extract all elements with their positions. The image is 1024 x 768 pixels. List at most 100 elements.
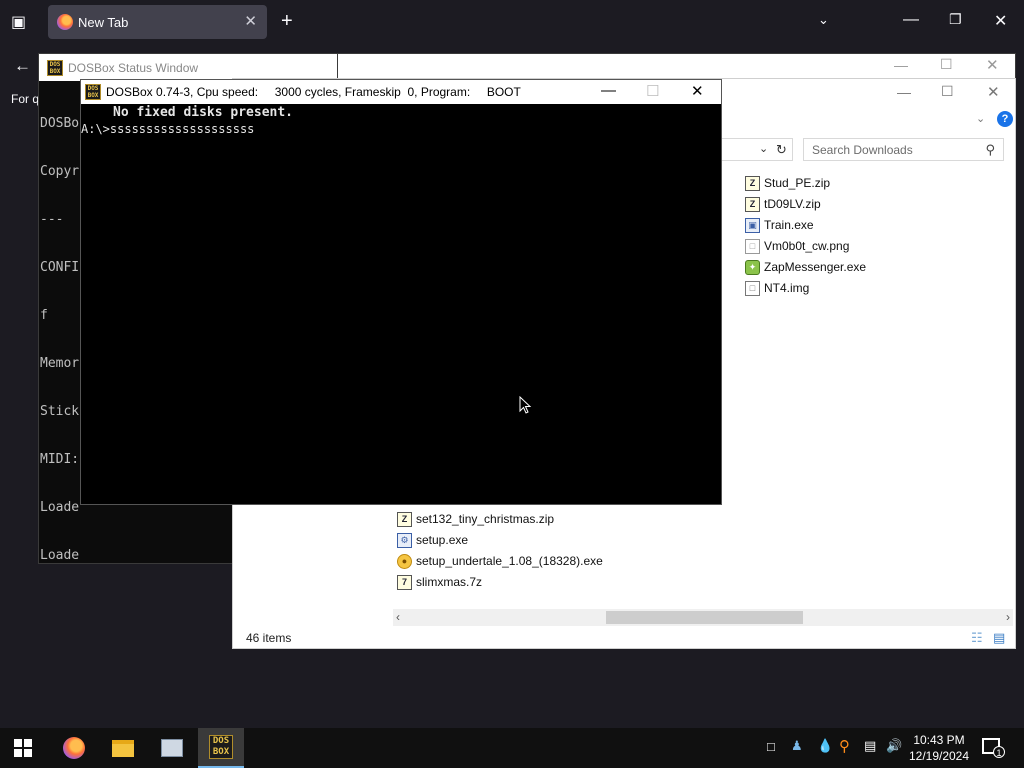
status-window-titlebar[interactable]: DOS BOX DOSBox Status Window [39, 54, 337, 81]
file-list-bottom: Zset132_tiny_christmas.zip ⚙ setup.exe ● s… [397, 509, 603, 593]
explorer-maximize-icon[interactable]: ☐ [941, 83, 954, 100]
clock-date: 12/19/2024 [908, 749, 970, 763]
firefox-icon [63, 737, 85, 759]
dosbox-title: DOSBox 0.74-3, Cpu speed: 3000 cycles, F… [106, 85, 521, 99]
dosbox-window[interactable]: DOS BOX DOSBox 0.74-3, Cpu speed: 3000 cy… [80, 79, 722, 505]
zip-icon: Z [745, 175, 760, 191]
address-dropdown-icon[interactable]: ⌄ [759, 142, 768, 155]
tab-new-tab[interactable]: New Tab ✕ [48, 5, 267, 39]
item-count: 46 items [246, 631, 292, 645]
taskbar-firefox[interactable] [51, 728, 97, 768]
setup-icon: ⚙ [397, 532, 412, 548]
dos-message: No fixed disks present. [113, 105, 294, 120]
status-line: MIDI: [40, 452, 80, 467]
horizontal-scrollbar[interactable]: ‹ › [393, 609, 1013, 626]
dosbox-icon: DOS BOX [85, 84, 101, 100]
volume-icon[interactable]: 🔊 [886, 738, 902, 754]
dosbox-minimize-icon[interactable]: — [601, 82, 616, 99]
dosbox-icon: DOS BOX [209, 735, 233, 759]
address-bar[interactable]: ⌄ ↻ [713, 138, 793, 161]
tab-title: New Tab [78, 15, 129, 30]
tray-drop-icon[interactable]: 💧 [817, 738, 833, 754]
search-icon: ⚲ [985, 142, 995, 157]
zip-icon: Z [745, 196, 760, 212]
list-item[interactable]: □ NT4.img [745, 278, 866, 298]
list-item[interactable]: ⚙ setup.exe [397, 530, 603, 550]
taskbar: DOS BOX □ ♟ 💧 ⚲ ▤ 🔊 10:43 PM 12/19/2024 1 [0, 728, 1024, 768]
status-line: Stick [40, 404, 80, 419]
clock[interactable]: 10:43 PM 12/19/2024 [905, 732, 973, 764]
taskbar-dosbox[interactable]: DOS BOX [198, 728, 244, 768]
tray-search-icon[interactable]: ⚲ [839, 737, 850, 755]
restore-icon[interactable]: ❐ [949, 11, 962, 28]
chevron-down-icon[interactable]: ⌄ [818, 12, 829, 28]
dos-screen[interactable]: No fixed disks present. A:\>ssssssssssss… [81, 104, 721, 504]
search-placeholder: Search Downloads [812, 143, 913, 157]
list-item[interactable]: ✦ ZapMessenger.exe [745, 257, 866, 277]
status-window-text: DOSBo Copyr --- CONFI f Memor Stick MIDI… [40, 84, 79, 596]
img-icon: □ [745, 280, 760, 296]
back-arrow-icon[interactable]: ← [14, 56, 31, 76]
list-item[interactable]: □ Vm0b0t_cw.png [745, 236, 866, 256]
minimize-icon[interactable]: — [903, 11, 919, 29]
status-close-icon[interactable]: ✕ [986, 56, 999, 74]
dos-prompt-line: A:\>ssssssssssssssssssss [81, 122, 255, 136]
mouse-cursor-icon [519, 396, 532, 414]
scroll-right-icon[interactable]: › [1006, 610, 1010, 624]
tray-tablet-icon[interactable]: □ [767, 739, 775, 754]
file-name: set132_tiny_christmas.zip [416, 512, 555, 526]
explorer-minimize-icon[interactable]: — [897, 84, 911, 100]
scroll-left-icon[interactable]: ‹ [396, 610, 400, 624]
close-tab-icon[interactable]: ✕ [244, 12, 257, 30]
file-name: setup.exe [416, 533, 469, 547]
file-name: tD09LV.zip [764, 197, 821, 211]
png-icon: □ [745, 238, 760, 254]
tray-people-icon[interactable]: ♟ [791, 738, 803, 754]
status-window-title: DOSBox Status Window [68, 61, 199, 75]
network-icon[interactable]: ▤ [864, 738, 876, 754]
file-name: Train.exe [764, 218, 814, 232]
scrollbar-thumb[interactable] [606, 611, 803, 624]
file-list-top: Z Stud_PE.zip ZtD09LV.zip ▣ Train.exe □ Vm0… [745, 173, 866, 299]
help-icon[interactable]: ? [997, 111, 1013, 127]
file-name: setup_undertale_1.08_(18328).exe [416, 554, 603, 568]
firefox-icon [57, 14, 73, 30]
taskbar-app[interactable] [149, 728, 195, 768]
file-name: NT4.img [764, 281, 810, 295]
search-input[interactable]: Search Downloads ⚲ [803, 138, 1004, 161]
dosbox-titlebar[interactable]: DOS BOX DOSBox 0.74-3, Cpu speed: 3000 cy… [81, 80, 721, 104]
details-view-icon[interactable]: ☷ [971, 630, 983, 646]
status-maximize-icon[interactable]: ☐ [940, 56, 953, 73]
refresh-icon[interactable]: ↻ [776, 142, 787, 158]
list-item[interactable]: 7 slimxmas.7z [397, 572, 603, 592]
close-icon[interactable]: ✕ [994, 11, 1007, 31]
status-minimize-icon[interactable]: — [894, 57, 908, 73]
ribbon-expand-icon[interactable]: ⌄ [976, 112, 985, 125]
zip-icon: Z [397, 511, 412, 527]
file-name: slimxmas.7z [416, 575, 483, 589]
tab-list-icon[interactable]: ▣ [11, 12, 26, 32]
large-icons-view-icon[interactable]: ▤ [993, 630, 1005, 646]
undertale-icon: ● [397, 553, 412, 569]
list-item[interactable]: ● setup_undertale_1.08_(18328).exe [397, 551, 603, 571]
status-window-titlebar-ext: — ☐ ✕ [338, 53, 1016, 78]
dosbox-close-icon[interactable]: ✕ [691, 82, 704, 100]
notification-icon[interactable]: 1 [982, 738, 1005, 758]
list-item[interactable]: ZtD09LV.zip [745, 194, 866, 214]
explorer-close-icon[interactable]: ✕ [987, 83, 1000, 101]
start-button[interactable] [0, 728, 46, 768]
file-name: ZapMessenger.exe [764, 260, 867, 274]
status-line: CONFI [40, 260, 80, 275]
status-line: Loade [40, 548, 80, 563]
taskbar-file-explorer[interactable] [100, 728, 146, 768]
list-item[interactable]: Zset132_tiny_christmas.zip [397, 509, 603, 529]
zap-icon: ✦ [745, 259, 760, 275]
list-item[interactable]: ▣ Train.exe [745, 215, 866, 235]
nav-text: For q [11, 92, 40, 106]
windows-logo-icon [14, 739, 32, 757]
status-line: Memor [40, 356, 80, 371]
exe-icon: ▣ [745, 217, 760, 233]
list-item[interactable]: Z Stud_PE.zip [745, 173, 866, 193]
new-tab-button[interactable]: + [281, 10, 293, 33]
file-name: Stud_PE.zip [764, 176, 831, 190]
